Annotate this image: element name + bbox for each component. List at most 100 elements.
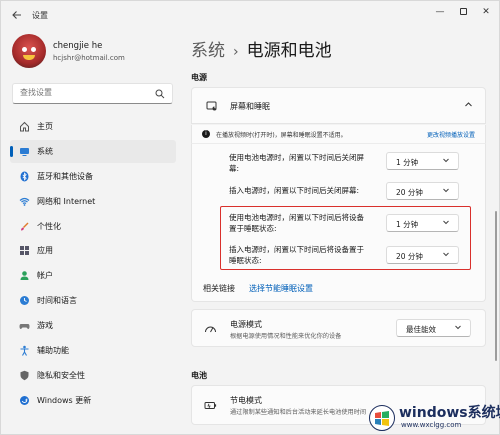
maximize-button[interactable] [452, 3, 474, 21]
scrollbar[interactable] [495, 211, 497, 361]
power-mode-icon [205, 326, 216, 333]
chevron-down-icon [442, 218, 450, 228]
screen-sleep-icon [206, 101, 217, 111]
dropdown-value: 20 分钟 [396, 188, 423, 197]
dropdown-value: 1 分钟 [396, 220, 419, 229]
sidebar-item-apps[interactable]: 应用 [10, 239, 176, 262]
sidebar-item-label: 时间和语言 [37, 296, 77, 306]
chevron-down-icon [442, 156, 450, 166]
globe-clock-icon [20, 296, 29, 306]
sidebar-item-label: 辅助功能 [37, 346, 69, 356]
page-title: 电源和电池 [246, 41, 332, 61]
screen-sleep-title: 屏幕和睡眠 [230, 102, 270, 111]
avatar-mouth [23, 55, 35, 60]
sidebar-item-accessibility[interactable]: 辅助功能 [10, 339, 176, 362]
sidebar-item-label: 个性化 [37, 221, 61, 231]
video-settings-link[interactable]: 更改视频播放设置 [427, 130, 475, 139]
energy-saving-sleep-link[interactable]: 选择节能睡眠设置 [249, 283, 313, 294]
settings-window: 设置 — ✕ chengjie he hcjshr@hotmail.com 主页… [0, 0, 500, 435]
plugged-sleep-dropdown[interactable]: 20 分钟 [386, 246, 459, 264]
battery-section-label: 电池 [191, 371, 207, 380]
sidebar-item-label: 应用 [37, 246, 53, 256]
sidebar-item-label: 蓝牙和其他设备 [37, 171, 93, 181]
battery-screen-off-dropdown[interactable]: 1 分钟 [386, 152, 459, 170]
sidebar-item-label: 游戏 [37, 321, 53, 331]
chevron-down-icon [454, 323, 462, 333]
power-mode-title: 电源模式 [230, 320, 262, 329]
related-links-row: 相关链接 选择节能睡眠设置 [191, 273, 486, 302]
person-icon [20, 271, 29, 281]
app-title: 设置 [32, 11, 48, 20]
close-icon: ✕ [482, 7, 490, 17]
profile-email: hcjshr@hotmail.com [53, 54, 125, 62]
sidebar-item-personalization[interactable]: 个性化 [10, 215, 176, 238]
bluetooth-icon [20, 171, 29, 182]
sidebar-item-system[interactable]: 系统 [10, 139, 176, 163]
minimize-icon: — [435, 7, 445, 17]
sidebar-item-label: 系统 [37, 146, 53, 156]
plugged-screen-off-dropdown[interactable]: 20 分钟 [386, 182, 459, 200]
dropdown-value: 最佳能效 [406, 325, 436, 334]
watermark: windows系统城 www.wxclgg.com [361, 399, 500, 435]
back-arrow-icon [12, 11, 21, 19]
search-input[interactable] [20, 88, 155, 97]
monitor-icon [20, 147, 29, 156]
apps-icon [20, 246, 29, 256]
dropdown-value: 1 分钟 [396, 158, 419, 167]
wifi-icon [19, 197, 30, 206]
battery-sleep-dropdown[interactable]: 1 分钟 [386, 214, 459, 232]
plugged-screen-off-label: 插入电源时，闲置以下时间后关闭屏幕: [229, 186, 360, 195]
sidebar-item-label: 网络和 Internet [37, 196, 96, 206]
back-button[interactable] [11, 9, 23, 21]
search-icon [155, 89, 165, 99]
info-text: 在播放视频时(打开时)，屏幕和睡眠设置不适用。 [216, 132, 347, 139]
battery-sleep-label: 使用电池电源时，闲置以下时间后将设备置于睡眠状态: [229, 213, 364, 233]
watermark-brand: windows系统城 [399, 405, 500, 421]
close-button[interactable]: ✕ [475, 3, 497, 21]
update-icon [20, 395, 29, 405]
brush-icon [21, 222, 29, 231]
gamepad-icon [19, 324, 30, 330]
power-mode-card: 电源模式 根据电源使用情况和性能来优化你的设备 最佳能效 [191, 309, 486, 347]
breadcrumb-separator: › [233, 44, 239, 60]
chevron-up-icon [464, 100, 473, 112]
related-links-label: 相关链接 [203, 284, 235, 293]
sidebar-nav: 主页 系统 蓝牙和其他设备 网络和 Internet 个性化 应用 帐户 时间和… [10, 115, 176, 414]
sidebar-item-label: 帐户 [37, 271, 53, 281]
accessibility-icon [20, 345, 29, 356]
power-mode-dropdown[interactable]: 最佳能效 [396, 319, 471, 337]
power-section-label: 电源 [191, 73, 207, 82]
title-bar: 设置 — ✕ [1, 1, 500, 29]
watermark-url: www.wxclgg.com [401, 421, 462, 429]
sidebar-item-privacy[interactable]: 隐私和安全性 [10, 364, 176, 387]
home-icon [20, 121, 29, 132]
avatar-eye [31, 47, 36, 52]
plugged-sleep-label: 插入电源时，闲置以下时间后将设备置于睡眠状态: [229, 245, 364, 265]
minimize-button[interactable]: — [429, 3, 451, 21]
shield-icon [20, 370, 29, 381]
sidebar-item-network[interactable]: 网络和 Internet [10, 190, 176, 213]
sidebar-item-gaming[interactable]: 游戏 [10, 314, 176, 337]
screen-sleep-rows: 使用电池电源时，闲置以下时间后关闭屏幕: 1 分钟 插入电源时，闲置以下时间后关… [191, 144, 486, 273]
battery-saver-subtitle: 通过限制某些通知和后台活动来延长电池使用时间 [230, 409, 367, 416]
sidebar-item-label: Windows 更新 [37, 395, 92, 405]
dropdown-value: 20 分钟 [396, 252, 423, 261]
sidebar-item-home[interactable]: 主页 [10, 115, 176, 138]
sidebar-item-time-language[interactable]: 时间和语言 [10, 289, 176, 312]
info-icon: i [202, 130, 210, 138]
maximize-icon [459, 8, 467, 15]
avatar[interactable] [12, 34, 46, 68]
sidebar-item-accounts[interactable]: 帐户 [10, 264, 176, 287]
sidebar-item-label: 隐私和安全性 [37, 370, 85, 380]
battery-saver-title: 节电模式 [230, 396, 262, 405]
sidebar-item-bluetooth[interactable]: 蓝牙和其他设备 [10, 165, 176, 188]
screen-sleep-header[interactable]: 屏幕和睡眠 [191, 87, 486, 124]
chevron-down-icon [442, 250, 450, 260]
sidebar-item-label: 主页 [37, 122, 53, 131]
breadcrumb: 系统 › 电源和电池 [191, 36, 332, 61]
sidebar-item-windows-update[interactable]: Windows 更新 [10, 389, 176, 412]
search-box[interactable] [12, 83, 173, 104]
avatar-eye [22, 47, 27, 52]
video-info-bar: i 在播放视频时(打开时)，屏幕和睡眠设置不适用。 更改视频播放设置 [191, 125, 486, 144]
breadcrumb-parent[interactable]: 系统 [191, 41, 225, 61]
